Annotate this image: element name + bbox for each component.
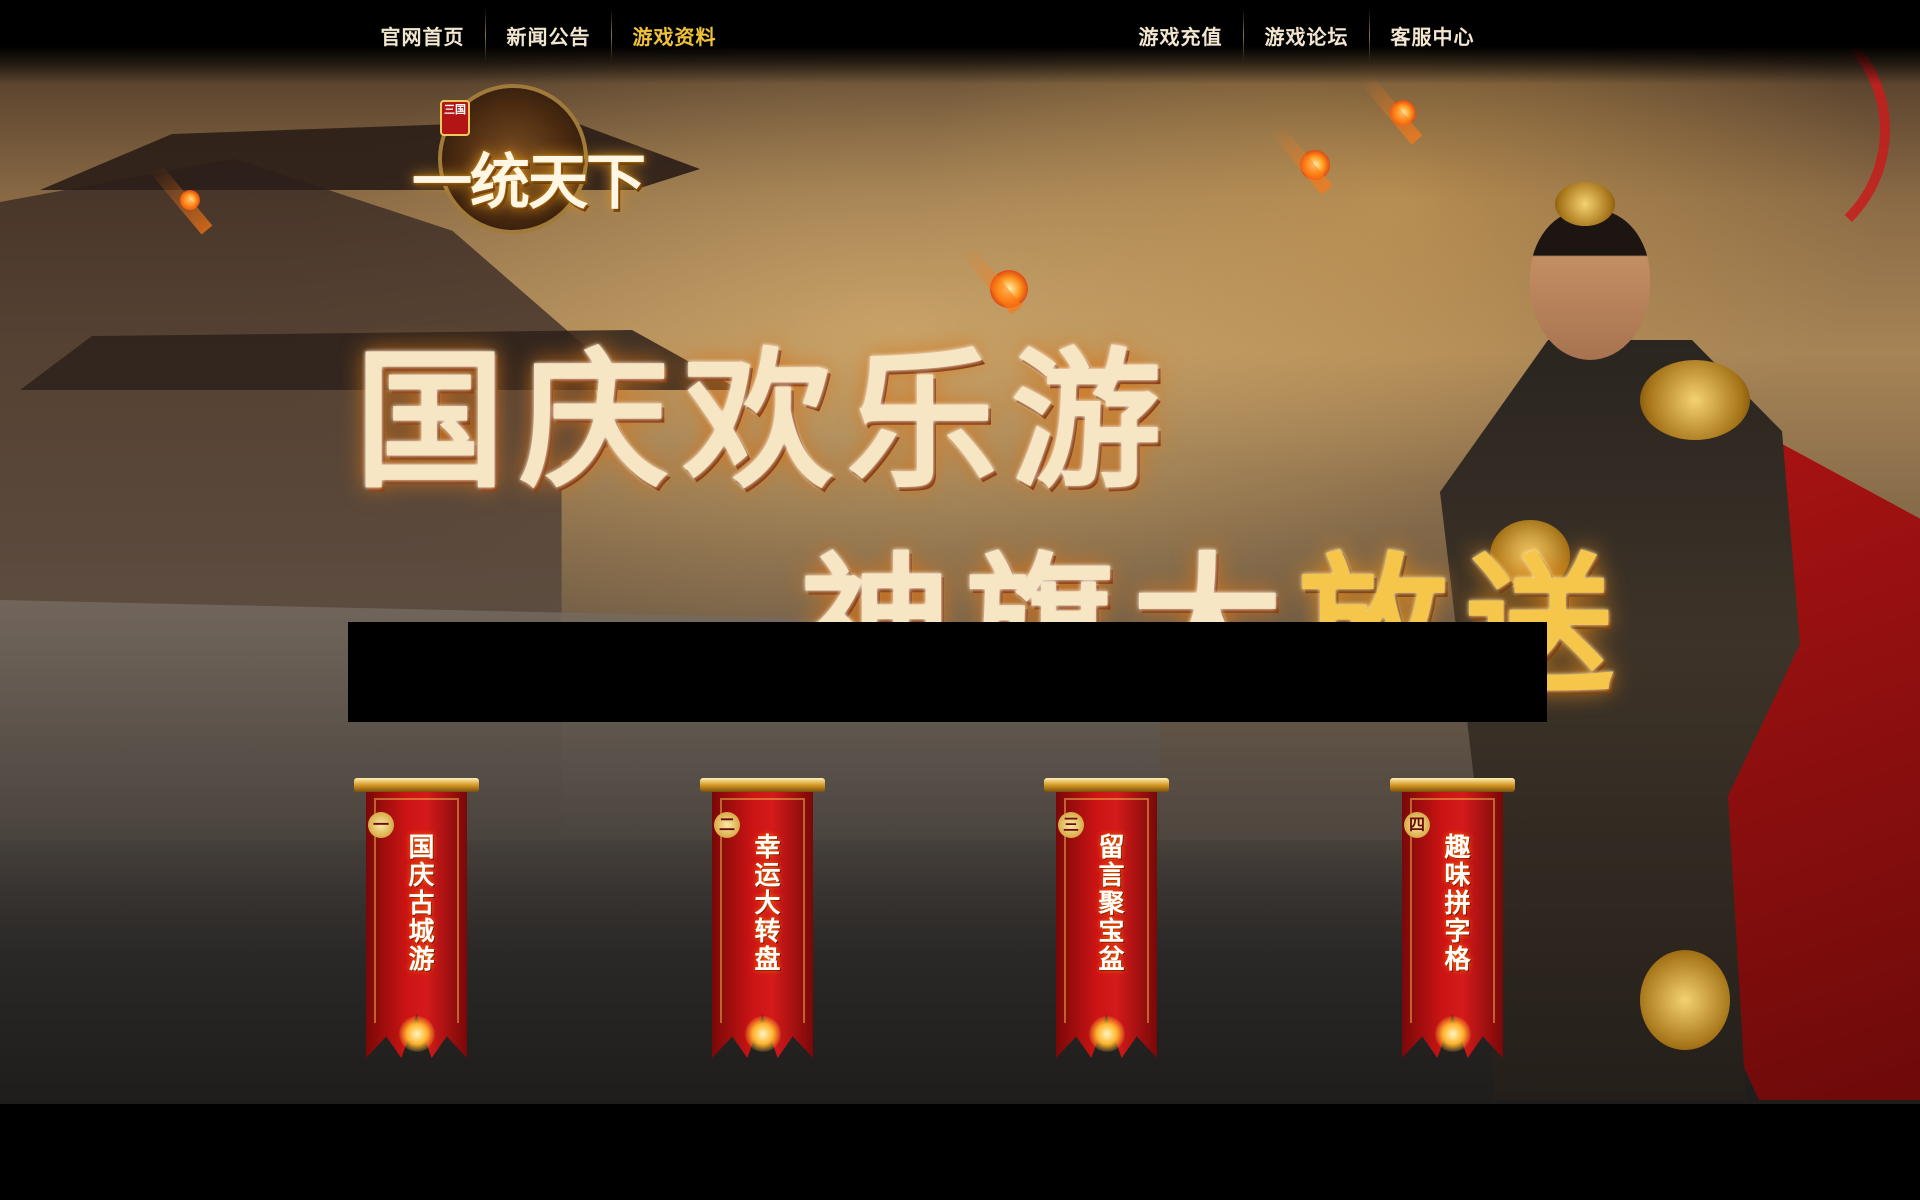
banner-number: 四 xyxy=(1404,812,1430,838)
nav-news[interactable]: 新闻公告 xyxy=(486,4,611,66)
banner-label: 趣味拼字格 xyxy=(1440,833,1470,973)
banner-rod xyxy=(1044,778,1169,792)
nav-forum[interactable]: 游戏论坛 xyxy=(1244,4,1369,66)
banner-glow xyxy=(745,1016,781,1052)
banner-glow xyxy=(399,1016,435,1052)
nav-support[interactable]: 客服中心 xyxy=(1370,4,1495,66)
banner-number: 三 xyxy=(1058,812,1084,838)
banner-activity-1[interactable]: 一 国庆古城游 xyxy=(354,778,479,1058)
fireball xyxy=(1300,150,1330,180)
game-logo[interactable]: 三国 一统天下 xyxy=(378,84,678,254)
nav-home[interactable]: 官网首页 xyxy=(360,4,485,66)
fireball xyxy=(1390,100,1416,126)
hero-background: 三国 一统天下 国庆欢乐游 神旗大放送 一 国庆古城游 二 幸运大转盘 三 留言… xyxy=(0,0,1920,1104)
headline-line1: 国庆欢乐游 xyxy=(355,333,1176,509)
banner-activity-4[interactable]: 四 趣味拼字格 xyxy=(1390,778,1515,1058)
banner-activity-2[interactable]: 二 幸运大转盘 xyxy=(700,778,825,1058)
banner-glow xyxy=(1089,1016,1125,1052)
redacted-block xyxy=(348,622,1547,722)
banner-label: 幸运大转盘 xyxy=(750,833,780,973)
nav-left-group: 官网首页 新闻公告 游戏资料 xyxy=(360,4,737,66)
banner-rod xyxy=(1390,778,1515,792)
logo-title: 一统天下 xyxy=(412,148,646,218)
logo-badge: 三国 xyxy=(440,100,470,136)
nav-recharge[interactable]: 游戏充值 xyxy=(1118,4,1243,66)
general-head xyxy=(1530,210,1650,360)
banner-rod xyxy=(700,778,825,792)
banner-label: 留言聚宝盆 xyxy=(1094,833,1124,973)
fireball xyxy=(180,190,200,210)
banner-label: 国庆古城游 xyxy=(404,833,434,973)
nav-right-group: 游戏充值 游戏论坛 客服中心 xyxy=(1118,4,1495,66)
top-nav: 官网首页 新闻公告 游戏资料 游戏充值 游戏论坛 客服中心 xyxy=(0,0,1920,84)
nav-game-info[interactable]: 游戏资料 xyxy=(612,4,737,66)
banner-activity-3[interactable]: 三 留言聚宝盆 xyxy=(1044,778,1169,1058)
banner-glow xyxy=(1435,1016,1471,1052)
footer-area xyxy=(0,1104,1920,1200)
crown xyxy=(1555,182,1615,226)
banner-number: 二 xyxy=(714,812,740,838)
banner-rod xyxy=(354,778,479,792)
knee-guard xyxy=(1640,950,1730,1050)
banner-number: 一 xyxy=(368,812,394,838)
shoulder-guard xyxy=(1640,360,1750,440)
